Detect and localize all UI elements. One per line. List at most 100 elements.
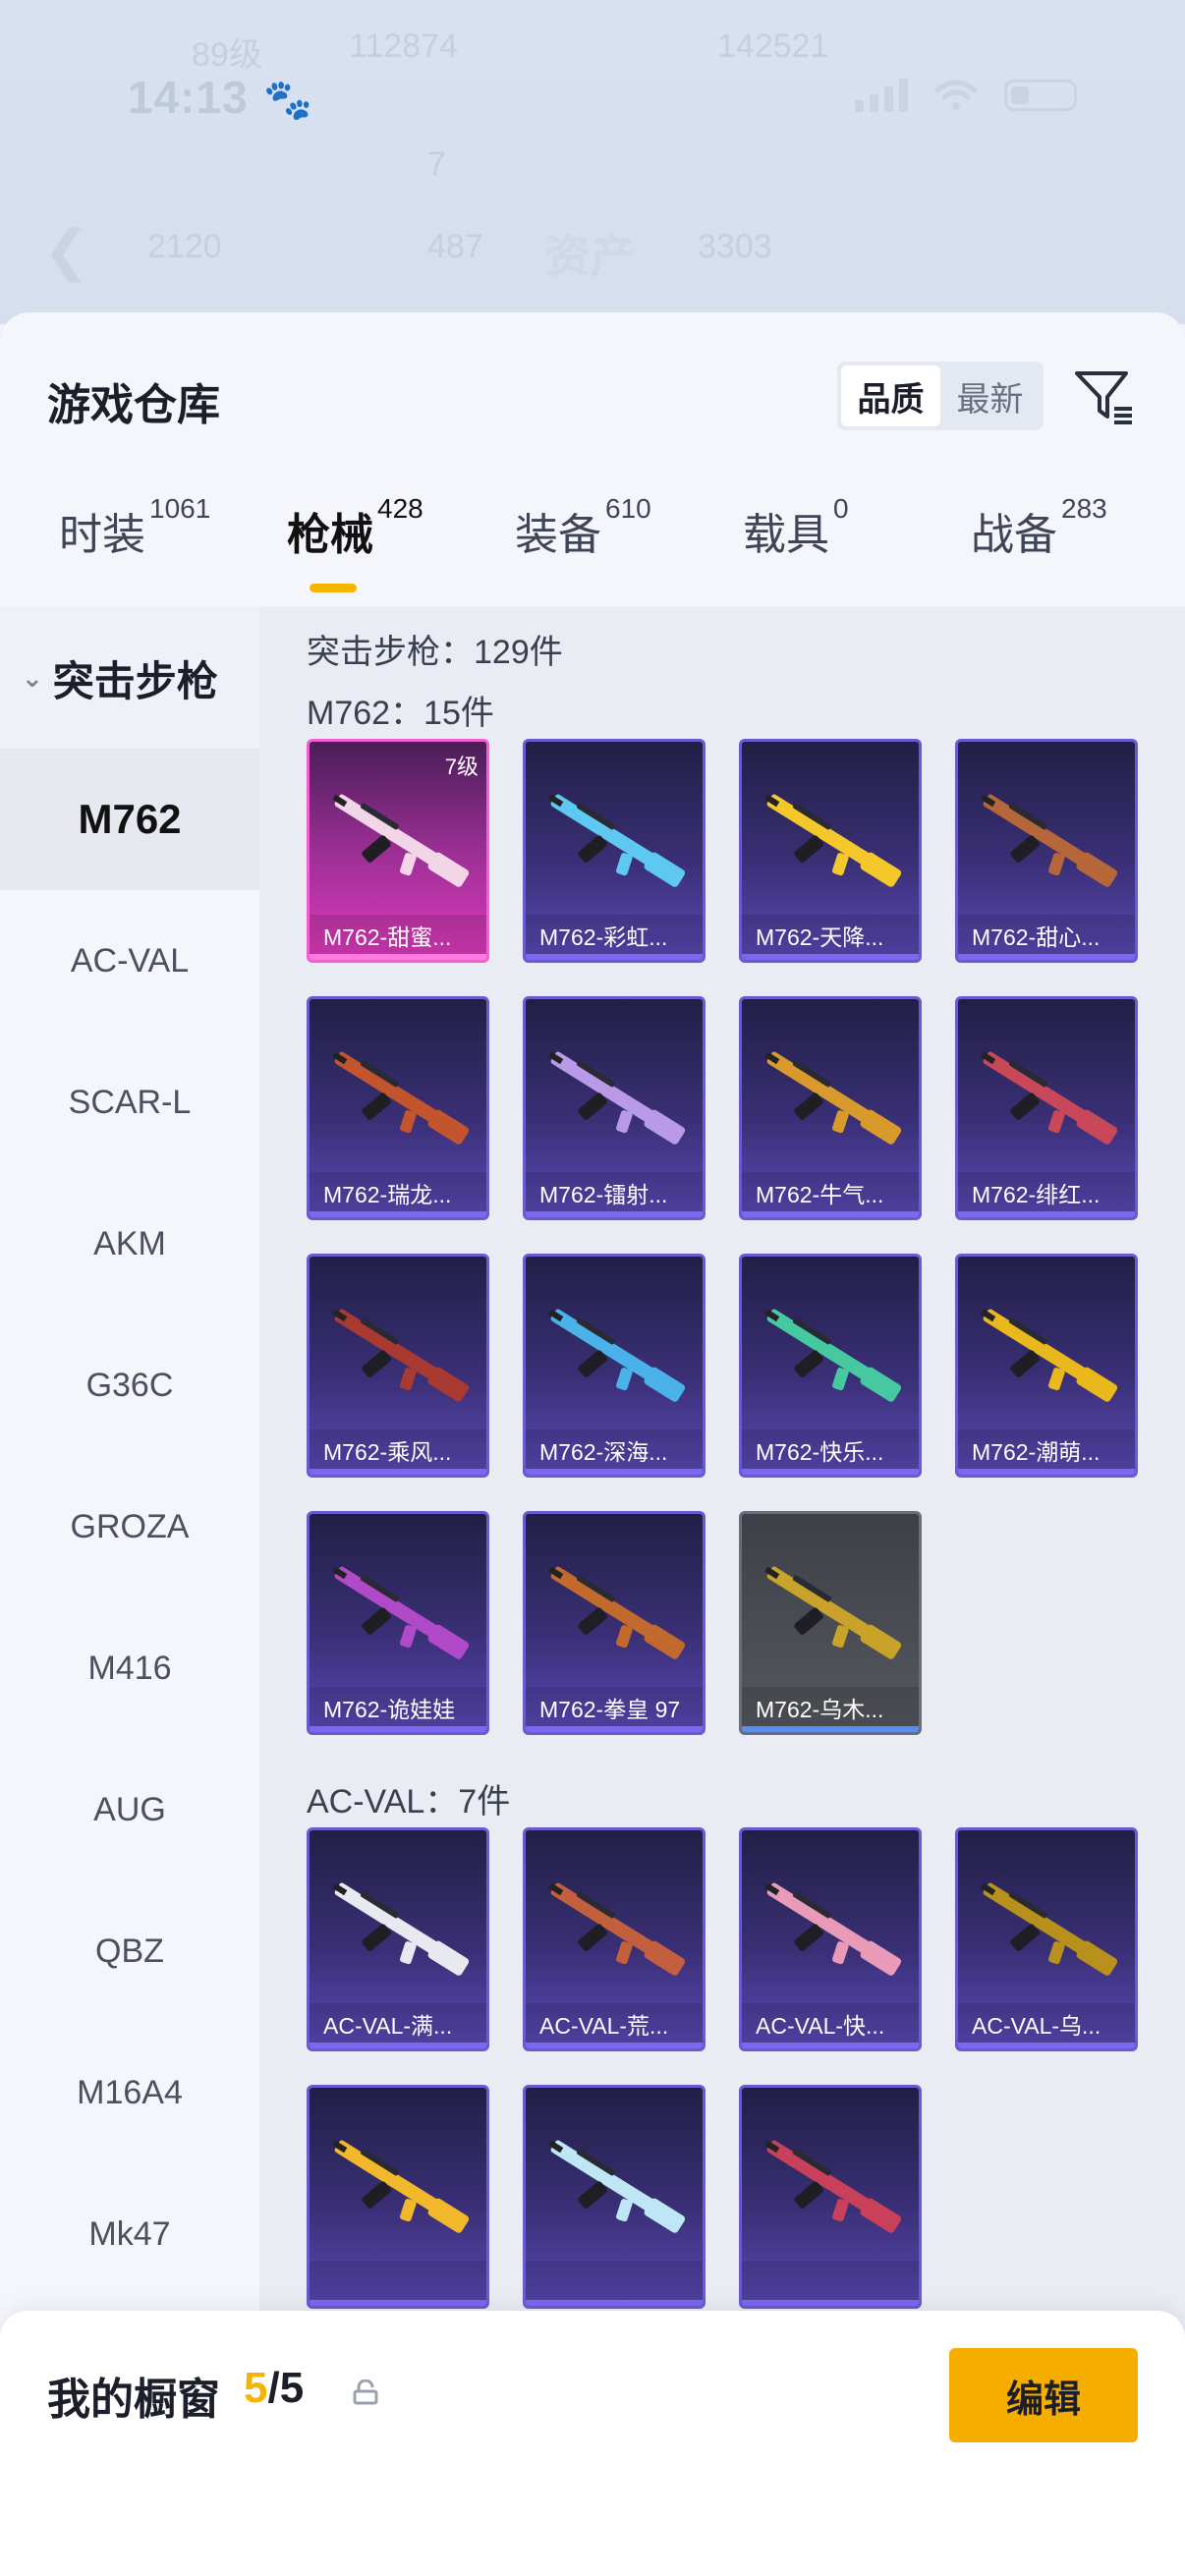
rarity-bar bbox=[742, 954, 919, 960]
rarity-bar bbox=[310, 1726, 486, 1732]
sort-toggle: 品质 最新 bbox=[837, 362, 1044, 430]
rarity-bar bbox=[526, 1469, 703, 1475]
status-time: 14:13 bbox=[128, 72, 249, 123]
sidebar-group-assault-rifles[interactable]: ⌄ 突击步枪 bbox=[0, 607, 259, 749]
status-icons bbox=[855, 79, 1077, 112]
rifle-icon bbox=[332, 1051, 470, 1145]
rifle-icon bbox=[981, 794, 1118, 887]
item-card[interactable]: M762-天降... bbox=[739, 739, 922, 963]
paw-icon: 🐾 bbox=[263, 79, 312, 122]
sidebar-item-m16a4[interactable]: M16A4 bbox=[0, 2022, 259, 2163]
item-card[interactable]: AC-VAL-满... bbox=[307, 1827, 489, 2051]
rifle-icon bbox=[764, 1309, 902, 1402]
lock-icon bbox=[353, 2380, 378, 2405]
item-card[interactable]: M762-深海... bbox=[523, 1254, 705, 1478]
sidebar-item-qbz[interactable]: QBZ bbox=[0, 1880, 259, 2022]
edit-showcase-button[interactable]: 编辑 bbox=[949, 2348, 1138, 2442]
item-card[interactable]: AC-VAL-乌... bbox=[955, 1827, 1138, 2051]
sidebar-item-g36c[interactable]: G36C bbox=[0, 1315, 259, 1456]
tab-equipment[interactable]: 装备610 bbox=[515, 493, 651, 597]
item-card[interactable]: M762-牛气... bbox=[739, 996, 922, 1220]
sidebar-item-groza[interactable]: GROZA bbox=[0, 1456, 259, 1597]
item-card[interactable]: AC-VAL-快... bbox=[739, 1827, 922, 2051]
sort-option-quality[interactable]: 品质 bbox=[841, 365, 940, 426]
sidebar-item-scar-l[interactable]: SCAR-L bbox=[0, 1032, 259, 1173]
rarity-bar bbox=[526, 1211, 703, 1217]
item-card[interactable]: M762-甜心... bbox=[955, 739, 1138, 963]
showcase-bar: 我的橱窗 5/5 编辑 bbox=[0, 2311, 1185, 2576]
back-icon[interactable]: ❮ bbox=[43, 218, 89, 283]
item-card[interactable] bbox=[739, 2085, 922, 2309]
item-card[interactable] bbox=[523, 2085, 705, 2309]
sidebar-item-m762[interactable]: M762 bbox=[0, 749, 259, 890]
item-card[interactable]: M762-快乐... bbox=[739, 1254, 922, 1478]
level-badge: 7级 bbox=[444, 755, 479, 779]
weapon-sidebar: ⌄ 突击步枪 M762 AC-VAL SCAR-L AKM G36C GROZA M416 A… bbox=[0, 607, 259, 2576]
tab-firearms[interactable]: 枪械428 bbox=[287, 493, 423, 597]
item-card[interactable]: M762-乌木... bbox=[739, 1511, 922, 1735]
tab-fashion[interactable]: 时装1061 bbox=[59, 493, 210, 597]
rarity-bar bbox=[526, 2043, 703, 2048]
sidebar-item-ac-val[interactable]: AC-VAL bbox=[0, 890, 259, 1032]
rifle-icon bbox=[764, 1051, 902, 1145]
tab-vehicles[interactable]: 载具0 bbox=[743, 493, 849, 597]
sidebar-item-mk47[interactable]: Mk47 bbox=[0, 2163, 259, 2305]
item-card[interactable]: M762-瑞龙... bbox=[307, 996, 489, 1220]
rifle-icon bbox=[332, 1309, 470, 1402]
rarity-bar bbox=[958, 1211, 1135, 1217]
rarity-bar bbox=[958, 954, 1135, 960]
rarity-bar bbox=[958, 2043, 1135, 2048]
item-card[interactable]: 7级 M762-甜蜜... bbox=[307, 739, 489, 963]
rifle-icon bbox=[981, 1309, 1118, 1402]
category-tabs: 时装1061 枪械428 装备610 载具0 战备283 bbox=[0, 493, 1185, 597]
item-card[interactable]: M762-乘风... bbox=[307, 1254, 489, 1478]
bg-page-title: 资产 bbox=[545, 231, 636, 282]
item-card[interactable]: M762-拳皇 97 bbox=[523, 1511, 705, 1735]
rarity-bar bbox=[310, 2043, 486, 2048]
item-grid: 突击步枪：129件 M762：15件 7级 M762-甜蜜... M762-彩虹...… bbox=[259, 607, 1185, 2576]
filter-icon[interactable] bbox=[1071, 364, 1136, 428]
signal-icon bbox=[855, 79, 908, 112]
item-card[interactable]: M762-诡娃娃 bbox=[307, 1511, 489, 1735]
rifle-icon bbox=[548, 1309, 686, 1402]
rarity-bar bbox=[742, 1469, 919, 1475]
sheet-title: 游戏仓库 bbox=[47, 381, 220, 429]
bg-value-4: 2120 bbox=[147, 228, 222, 265]
section-label: M762：15件 bbox=[307, 695, 494, 732]
bg-value-6: 3303 bbox=[698, 228, 772, 265]
rarity-bar bbox=[742, 1211, 919, 1217]
rarity-bar bbox=[742, 1726, 919, 1732]
item-card[interactable] bbox=[307, 2085, 489, 2309]
sidebar-item-akm[interactable]: AKM bbox=[0, 1173, 259, 1315]
bg-value-5: 487 bbox=[427, 228, 483, 265]
rifle-icon bbox=[332, 794, 470, 887]
rifle-icon bbox=[548, 1051, 686, 1145]
category-summary: 突击步枪：129件 bbox=[307, 634, 563, 671]
rifle-icon bbox=[981, 1051, 1118, 1145]
item-card[interactable]: M762-潮萌... bbox=[955, 1254, 1138, 1478]
rarity-bar bbox=[742, 2043, 919, 2048]
showcase-count: 5/5 bbox=[244, 2364, 305, 2412]
tab-combat-supplies[interactable]: 战备283 bbox=[971, 493, 1107, 597]
bg-value-2: 142521 bbox=[717, 28, 829, 65]
item-card[interactable]: M762-镭射... bbox=[523, 996, 705, 1220]
rifle-icon bbox=[332, 1566, 470, 1659]
item-card[interactable]: AC-VAL-荒... bbox=[523, 1827, 705, 2051]
item-card[interactable]: M762-绯红... bbox=[955, 996, 1138, 1220]
sheet-header: 游戏仓库 品质 最新 时装1061 枪械428 装备610 载具0 战备283 bbox=[0, 312, 1185, 607]
rarity-bar bbox=[310, 1211, 486, 1217]
item-card[interactable]: M762-彩虹... bbox=[523, 739, 705, 963]
rifle-icon bbox=[548, 2140, 686, 2233]
rarity-bar bbox=[526, 2300, 703, 2306]
active-tab-indicator bbox=[310, 584, 357, 592]
sidebar-item-aug[interactable]: AUG bbox=[0, 1739, 259, 1880]
warehouse-sheet: 游戏仓库 品质 最新 时装1061 枪械428 装备610 载具0 战备283 … bbox=[0, 312, 1185, 2576]
sidebar-item-m416[interactable]: M416 bbox=[0, 1597, 259, 1739]
chevron-down-icon: ⌄ bbox=[22, 662, 43, 693]
rifle-icon bbox=[548, 1882, 686, 1976]
bg-value-3: 7 bbox=[427, 145, 446, 183]
sort-option-newest[interactable]: 最新 bbox=[940, 365, 1040, 426]
rarity-bar bbox=[310, 1469, 486, 1475]
rarity-bar bbox=[958, 1469, 1135, 1475]
rifle-icon bbox=[764, 794, 902, 887]
